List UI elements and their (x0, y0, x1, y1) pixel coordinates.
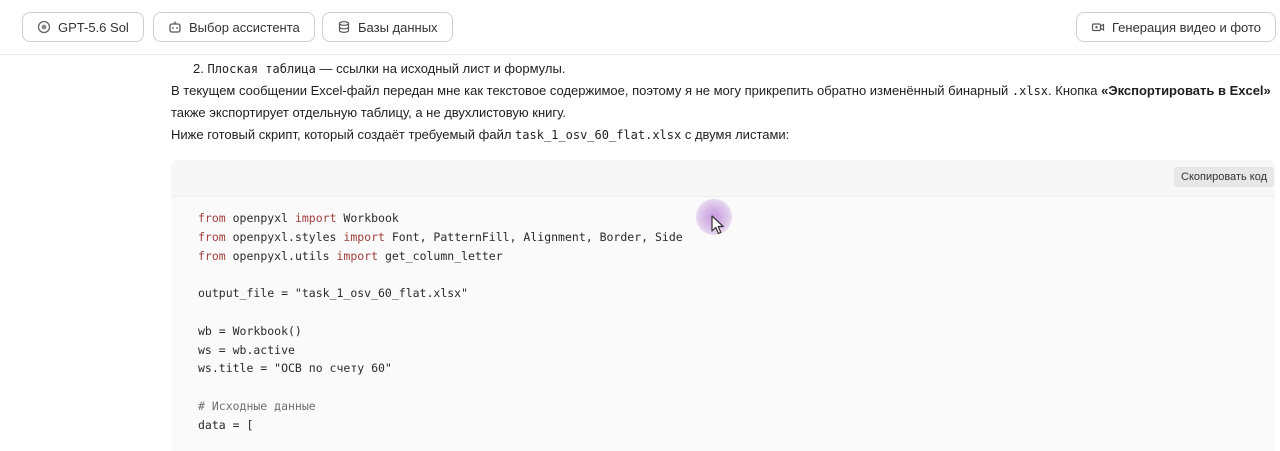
paragraph-text: Ниже готовый скрипт, который создаёт тре… (171, 127, 516, 142)
inline-code: .xlsx (1011, 84, 1049, 98)
code-token: Font, PatternFill, Alignment, Border, Si… (384, 229, 683, 244)
code-line: wb = Workbook() (198, 322, 1275, 341)
paragraph-text: с двумя листами: (681, 127, 790, 142)
code-token: output_file = "task_1_osv_60_flat.xlsx" (198, 286, 469, 301)
code-token: Workbook (336, 211, 399, 225)
code-line: output_file = "task_1_osv_60_flat.xlsx" (198, 284, 1275, 303)
code-line: ws.title = "ОСВ по счету 60" (198, 359, 1275, 378)
assistant-message: 2. Плоская таблица — ссылки на исходный … (171, 58, 1271, 146)
media-generation-label: Генерация видео и фото (1112, 19, 1262, 35)
code-line: data = [ (198, 416, 1275, 435)
code-token: openpyxl.styles (225, 229, 344, 244)
model-selector-button[interactable]: GPT-5.6 Sol (22, 12, 144, 42)
code-line: from openpyxl.styles import Font, Patter… (198, 228, 1275, 247)
model-sparkle-icon (37, 20, 51, 34)
bold-text: «Экспортировать в Excel» (1101, 83, 1271, 98)
mouse-pointer-icon (711, 215, 724, 235)
code-line: # Исходные данные (198, 397, 1275, 416)
code-keyword: from (198, 211, 226, 225)
code-token: get_column_letter (378, 248, 503, 263)
inline-code: task_1_osv_60_flat.xlsx (515, 128, 682, 142)
code-line: from openpyxl.utils import get_column_le… (198, 247, 1275, 266)
top-toolbar: GPT-5.6 Sol Выбор ассистента Базы данных… (0, 0, 1280, 55)
databases-button[interactable]: Базы данных (322, 12, 453, 42)
list-item: 2. Плоская таблица — ссылки на исходный … (171, 58, 1271, 80)
code-token: ws.title = "ОСВ по счету 60" (198, 361, 392, 376)
paragraph-export-note: В текущем сообщении Excel-файл передан м… (171, 80, 1271, 124)
databases-label: Базы данных (358, 19, 438, 35)
database-icon (337, 20, 351, 34)
robot-icon (168, 20, 182, 34)
code-keyword: import (336, 248, 379, 263)
code-keyword: from (198, 229, 226, 244)
code-block-header: Скопировать код (171, 160, 1275, 196)
assistant-selector-label: Выбор ассистента (189, 19, 300, 35)
assistant-selector-button[interactable]: Выбор ассистента (153, 12, 315, 42)
code-line: ws = wb.active (198, 341, 1275, 360)
code-token: data = [ (198, 417, 254, 432)
video-camera-icon (1091, 20, 1105, 34)
code-keyword: import (343, 229, 385, 244)
code-keyword: import (294, 211, 337, 225)
model-selector-label: GPT-5.6 Sol (58, 19, 129, 35)
paragraph-text: . Кнопка (1048, 83, 1102, 98)
code-token: ws = wb.active (198, 342, 295, 357)
inline-code: Плоская таблица (207, 62, 316, 76)
copy-code-button[interactable]: Скопировать код (1174, 167, 1274, 187)
code-keyword: from (198, 248, 226, 263)
media-generation-button[interactable]: Генерация видео и фото (1076, 12, 1277, 42)
list-item-text: — ссылки на исходный лист и формулы. (315, 61, 566, 76)
code-token: openpyxl.utils (225, 248, 337, 263)
paragraph-script-intro: Ниже готовый скрипт, который создаёт тре… (171, 124, 1271, 146)
code-token: wb = Workbook() (198, 323, 302, 338)
code-token: openpyxl (225, 211, 295, 225)
paragraph-text: также экспортирует отдельную таблицу, а … (171, 105, 566, 120)
code-line: from openpyxl import Workbook (198, 209, 1275, 228)
paragraph-text: В текущем сообщении Excel-файл передан м… (171, 83, 1012, 98)
list-item-number: 2. (193, 61, 204, 76)
code-comment: # Исходные данные (198, 398, 316, 413)
